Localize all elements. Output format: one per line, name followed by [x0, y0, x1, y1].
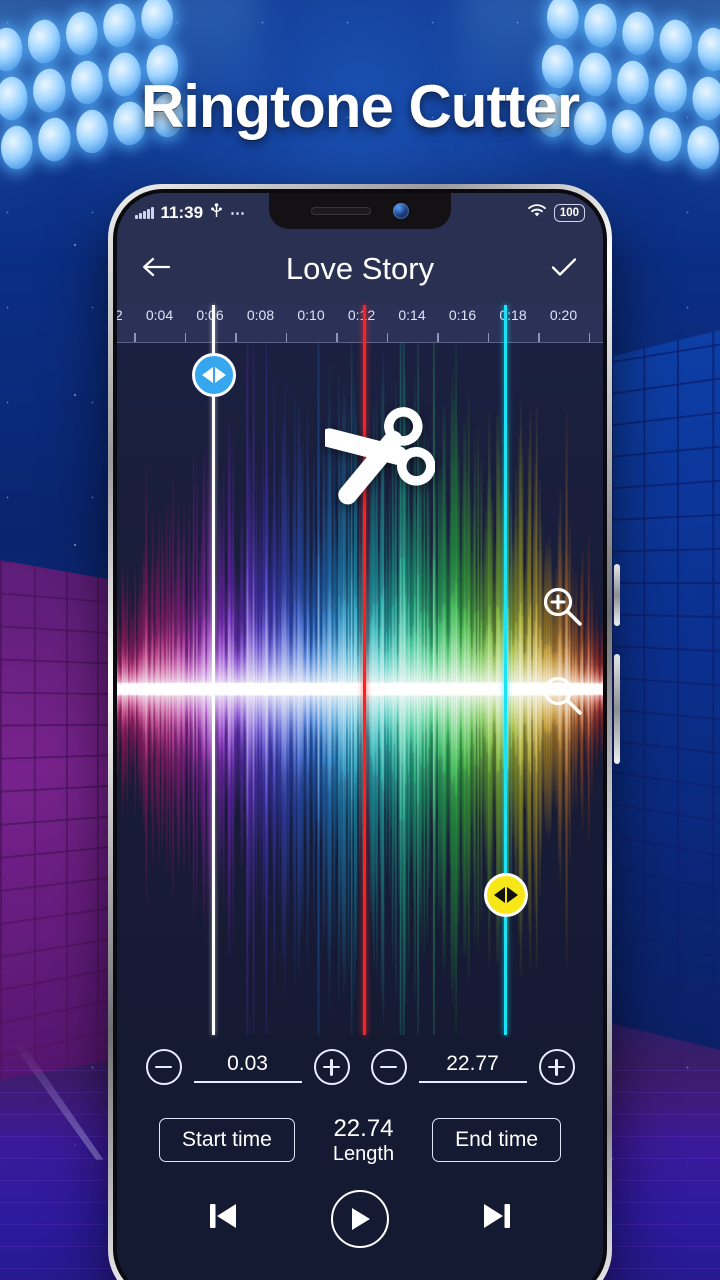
- selection-end-line: [504, 305, 507, 1035]
- right-arrow-icon: [507, 887, 518, 903]
- right-arrow-icon: [215, 367, 226, 383]
- ruler-tick: [538, 333, 540, 342]
- start-time-stepper: 0.03: [145, 1049, 350, 1085]
- minus-circle-icon-end[interactable]: [370, 1049, 407, 1085]
- wifi-icon: [527, 203, 547, 223]
- magnifier-minus-icon[interactable]: [539, 672, 585, 723]
- promo-headline: Ringtone Cutter: [140, 73, 580, 140]
- ruler-tick: [184, 333, 187, 342]
- ruler-tick: [386, 333, 389, 342]
- scissors-icon: [319, 405, 436, 510]
- back-arrow-icon[interactable]: [141, 255, 171, 284]
- bottom-control-panel: 0.03 22.77 Start time 22.74 Length End t…: [117, 1035, 603, 1280]
- usb-icon: [210, 202, 223, 224]
- start-time-button[interactable]: Start time: [159, 1118, 295, 1163]
- length-value: 22.74: [333, 1115, 394, 1142]
- phone-screen: 11:39 ⋯ 100 Love Story 2 0:04 0:06 0:08 …: [117, 193, 603, 1280]
- timeline-ruler[interactable]: 0:020:040:060:080:100:120:140:160:180:20: [117, 305, 603, 343]
- ruler-label: 0:20: [549, 307, 578, 323]
- length-display: 22.74 Length: [333, 1115, 394, 1166]
- front-camera: [393, 203, 409, 219]
- ruler-tick: [336, 333, 338, 342]
- ruler-label: 0:08: [246, 307, 275, 323]
- minus-circle-icon-start[interactable]: [145, 1049, 182, 1085]
- magnifier-plus-icon[interactable]: [539, 583, 585, 634]
- ruler-label: 0:04: [145, 307, 174, 323]
- skip-previous-icon[interactable]: [201, 1194, 245, 1243]
- start-value-field[interactable]: 0.03: [193, 1052, 302, 1083]
- ruler-tick: [285, 333, 288, 342]
- status-time: 11:39: [160, 203, 204, 222]
- selection-start-handle[interactable]: [192, 353, 236, 397]
- time-button-row: Start time 22.74 Length End time: [117, 1085, 603, 1166]
- ruler-label: 0:14: [398, 307, 426, 323]
- skip-next-icon[interactable]: [475, 1194, 519, 1243]
- ruler-label: 0:12: [347, 307, 376, 323]
- ruler-tick: [437, 333, 439, 342]
- three-dots-icon: ⋯: [230, 205, 248, 222]
- selection-start-line: [212, 305, 215, 1035]
- stepper-row: 0.03 22.77: [117, 1049, 603, 1085]
- length-label: Length: [332, 1142, 395, 1165]
- playback-controls: [117, 1189, 603, 1248]
- zoom-controls: [539, 583, 585, 723]
- ruler-tick: [588, 333, 591, 342]
- phone-volume-button: [614, 564, 620, 626]
- ruler-tick: [235, 333, 237, 342]
- ruler-tick: [487, 333, 490, 342]
- left-arrow-icon: [202, 367, 213, 383]
- battery-level: 100: [559, 207, 579, 219]
- end-time-stepper: 22.77: [370, 1049, 575, 1085]
- ruler-label: 0:06: [196, 307, 224, 323]
- phone-power-button: [614, 654, 620, 764]
- plus-circle-icon-start[interactable]: [313, 1049, 350, 1085]
- left-arrow-icon: [494, 887, 505, 903]
- track-title: Love Story: [285, 251, 435, 286]
- plus-circle-icon-end[interactable]: [538, 1049, 575, 1085]
- earpiece-speaker: [311, 207, 371, 215]
- app-bar: Love Story: [117, 233, 603, 305]
- ruler-label: 0:10: [297, 307, 325, 323]
- phone-notch: [269, 193, 451, 229]
- checkmark-icon[interactable]: [549, 255, 579, 284]
- signal-bars-icon: [135, 207, 154, 219]
- phone-mockup: 11:39 ⋯ 100 Love Story 2 0:04 0:06 0:08 …: [108, 184, 620, 1280]
- battery-indicator: 100: [553, 204, 585, 222]
- ruler-label: 0:02: [117, 307, 123, 323]
- end-time-button[interactable]: End time: [432, 1118, 561, 1163]
- ruler-label: 0:16: [448, 307, 477, 323]
- ruler-tick: [134, 333, 136, 342]
- play-icon[interactable]: [331, 1189, 389, 1248]
- selection-end-handle[interactable]: [484, 873, 528, 917]
- end-value-field[interactable]: 22.77: [418, 1052, 527, 1083]
